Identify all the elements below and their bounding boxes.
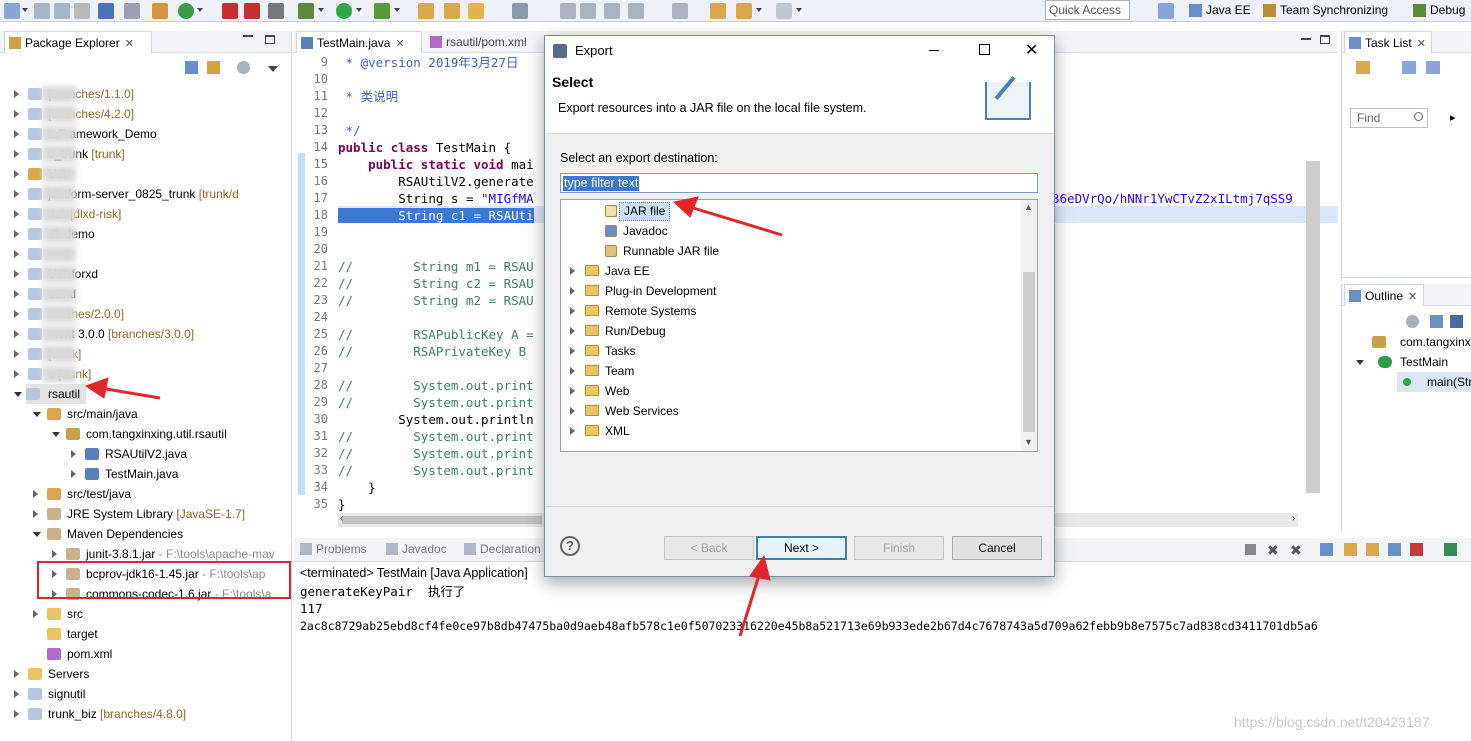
arrow-to-jar-file bbox=[689, 205, 783, 237]
arrow-head bbox=[672, 196, 699, 218]
arrow-head bbox=[84, 377, 109, 399]
arrow-to-rsautil bbox=[99, 386, 161, 400]
annotation-arrows bbox=[84, 196, 783, 637]
arrow-to-next bbox=[738, 571, 762, 637]
arrow-head bbox=[749, 554, 771, 581]
